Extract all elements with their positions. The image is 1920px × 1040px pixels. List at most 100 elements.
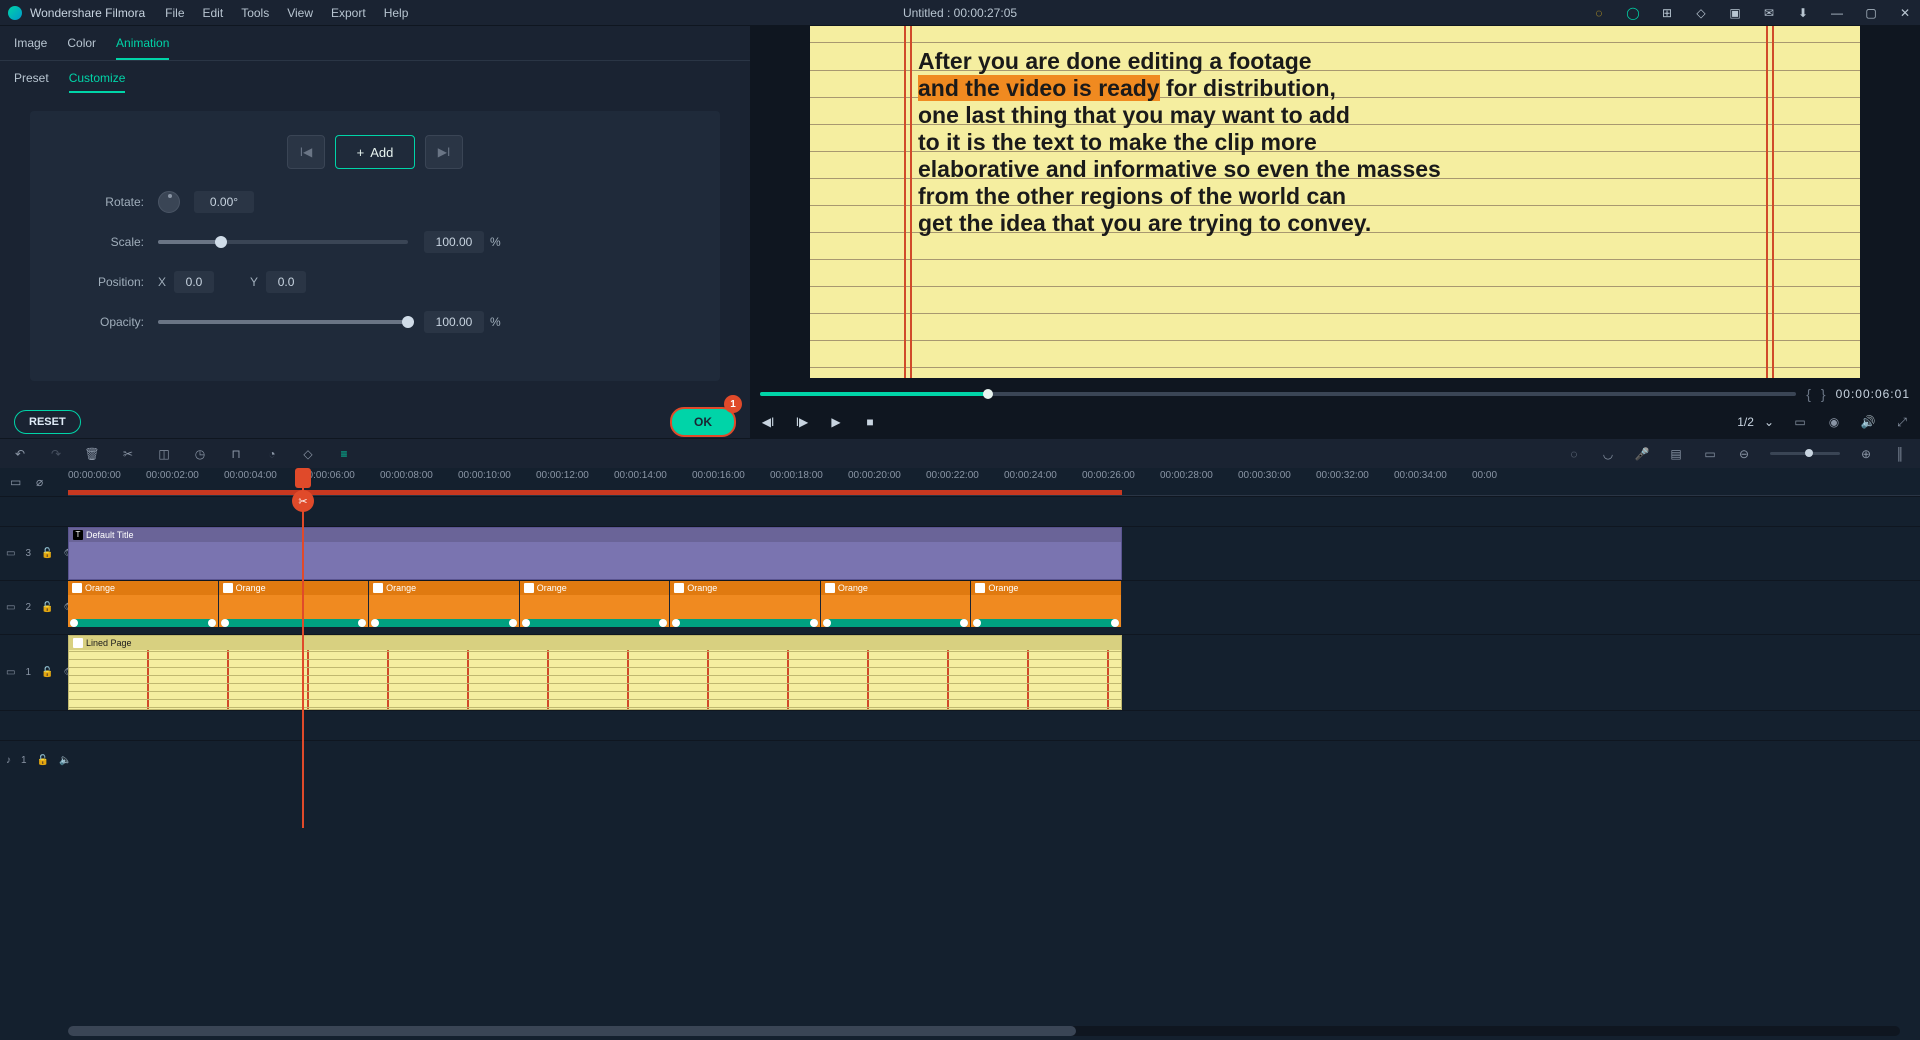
- display-mode-icon[interactable]: ▭: [1792, 414, 1808, 430]
- step-fwd-button[interactable]: I▶: [794, 414, 810, 430]
- timeline-ruler[interactable]: ▭ ⌀ 00:00:00:0000:00:02:0000:00:04:0000:…: [0, 468, 1920, 496]
- y-value[interactable]: 0.0: [266, 271, 306, 293]
- menu-export[interactable]: Export: [331, 6, 366, 20]
- zoom-slider[interactable]: [1770, 452, 1840, 455]
- track-manager-icon[interactable]: ▭: [10, 475, 24, 489]
- playhead[interactable]: ✂: [302, 468, 304, 828]
- crop-icon[interactable]: ◫: [156, 446, 172, 462]
- reset-button[interactable]: RESET: [14, 410, 81, 434]
- message-icon[interactable]: ✉: [1762, 6, 1776, 20]
- undo-icon[interactable]: ↶: [12, 446, 28, 462]
- rotate-knob[interactable]: [158, 191, 180, 213]
- adjust-icon[interactable]: ≡: [336, 446, 352, 462]
- scale-value[interactable]: 100.00: [424, 231, 484, 253]
- playhead-handle-icon[interactable]: [295, 468, 311, 488]
- image-clip-icon: [975, 583, 985, 593]
- stop-button[interactable]: ■: [862, 414, 878, 430]
- keyframe-icon[interactable]: ◇: [300, 446, 316, 462]
- link-icon[interactable]: ⌀: [36, 475, 50, 489]
- lined-clip[interactable]: Lined Page: [68, 635, 1122, 710]
- ruler-tick: 00:00:14:00: [614, 470, 667, 481]
- zoom-in-icon[interactable]: ⊕: [1858, 446, 1874, 462]
- lock-icon[interactable]: 🔓: [41, 667, 53, 678]
- fullscreen-icon[interactable]: ⤢: [1894, 414, 1910, 430]
- orange-clip[interactable]: Orange: [68, 581, 219, 627]
- property-tabs: Image Color Animation: [0, 26, 750, 61]
- snapshot-icon[interactable]: ◉: [1826, 414, 1842, 430]
- minimize-icon[interactable]: —: [1830, 6, 1844, 20]
- audio-icon[interactable]: 🔊: [1860, 414, 1876, 430]
- delete-icon[interactable]: 🗑: [84, 446, 100, 462]
- account-icon[interactable]: ◇: [1694, 6, 1708, 20]
- duration-icon[interactable]: ◔: [264, 446, 280, 462]
- next-keyframe-button[interactable]: ▶I: [425, 135, 463, 169]
- ruler-tick: 00:00:20:00: [848, 470, 901, 481]
- image-clip-icon: [72, 583, 82, 593]
- maximize-icon[interactable]: ▢: [1864, 6, 1878, 20]
- orange-clip[interactable]: Orange: [520, 581, 671, 627]
- title-clip[interactable]: TDefault Title: [68, 527, 1122, 580]
- orange-clip[interactable]: Orange: [821, 581, 972, 627]
- mixer-icon[interactable]: ▤: [1668, 446, 1684, 462]
- layout-icon[interactable]: ▭: [1702, 446, 1718, 462]
- step-back-button[interactable]: ◀I: [760, 414, 776, 430]
- opacity-slider[interactable]: [158, 320, 408, 324]
- menu-file[interactable]: File: [165, 6, 184, 20]
- menu-tools[interactable]: Tools: [241, 6, 269, 20]
- preview-canvas[interactable]: After you are done editing a footage and…: [810, 26, 1860, 378]
- position-row: Position: X 0.0 Y 0.0: [60, 271, 690, 293]
- prev-keyframe-button[interactable]: I◀: [287, 135, 325, 169]
- lock-icon[interactable]: 🔓: [41, 602, 53, 613]
- scrub-row: { } 00:00:06:01: [760, 378, 1910, 410]
- marker-icon[interactable]: ◡: [1600, 446, 1616, 462]
- subtab-customize[interactable]: Customize: [69, 71, 126, 93]
- scale-slider[interactable]: [158, 240, 408, 244]
- save-icon[interactable]: ▣: [1728, 6, 1742, 20]
- x-value[interactable]: 0.0: [174, 271, 214, 293]
- preview-zoom-select[interactable]: 1/2⌄: [1737, 415, 1774, 429]
- gift-icon[interactable]: ⊞: [1660, 6, 1674, 20]
- lock-icon[interactable]: 🔓: [41, 548, 53, 559]
- timeline-scrollbar[interactable]: [68, 1026, 1900, 1036]
- freeze-icon[interactable]: ⊓: [228, 446, 244, 462]
- ruler-tick: 00:00:24:00: [1004, 470, 1057, 481]
- image-clip-icon: [524, 583, 534, 593]
- ruler-tick: 00:00:02:00: [146, 470, 199, 481]
- redo-icon[interactable]: ↷: [48, 446, 64, 462]
- play-button[interactable]: ▶: [828, 414, 844, 430]
- titlebar-right: ◌ ◯ ⊞ ◇ ▣ ✉ ⬇ — ▢ ✕: [1592, 6, 1912, 20]
- menu-help[interactable]: Help: [384, 6, 409, 20]
- orange-clip[interactable]: Orange: [670, 581, 821, 627]
- menu-edit[interactable]: Edit: [203, 6, 224, 20]
- render-icon[interactable]: ◌: [1566, 446, 1582, 462]
- voiceover-icon[interactable]: 🎤: [1634, 446, 1650, 462]
- zoom-fit-icon[interactable]: ║: [1892, 446, 1908, 462]
- add-keyframe-button[interactable]: +Add: [335, 135, 415, 169]
- split-icon[interactable]: ✂: [120, 446, 136, 462]
- subtab-preset[interactable]: Preset: [14, 71, 49, 93]
- ok-button[interactable]: OK: [670, 407, 736, 437]
- scissors-icon[interactable]: ✂: [292, 490, 314, 512]
- orange-clip[interactable]: Orange: [369, 581, 520, 627]
- lock-icon[interactable]: 🔓: [37, 755, 49, 766]
- tab-color[interactable]: Color: [67, 36, 96, 60]
- hint-icon[interactable]: ◌: [1592, 6, 1606, 20]
- menu-view[interactable]: View: [287, 6, 313, 20]
- opacity-value[interactable]: 100.00: [424, 311, 484, 333]
- preview-time: 00:00:06:01: [1836, 387, 1910, 401]
- mark-out-icon[interactable]: }: [1821, 386, 1826, 402]
- speed-icon[interactable]: ◷: [192, 446, 208, 462]
- rotate-value[interactable]: 0.00°: [194, 191, 254, 213]
- tab-animation[interactable]: Animation: [116, 36, 169, 60]
- orange-clip[interactable]: Orange: [219, 581, 370, 627]
- zoom-out-icon[interactable]: ⊖: [1736, 446, 1752, 462]
- preview-scrubber[interactable]: [760, 392, 1796, 396]
- track-2: ▭2🔓👁 OrangeOrangeOrangeOrangeOrangeOrang…: [0, 580, 1920, 634]
- orange-clip[interactable]: Orange: [971, 581, 1122, 627]
- tab-image[interactable]: Image: [14, 36, 47, 60]
- close-icon[interactable]: ✕: [1898, 6, 1912, 20]
- mark-in-icon[interactable]: {: [1806, 386, 1811, 402]
- download-icon[interactable]: ⬇: [1796, 6, 1810, 20]
- support-icon[interactable]: ◯: [1626, 6, 1640, 20]
- image-clip-icon: [674, 583, 684, 593]
